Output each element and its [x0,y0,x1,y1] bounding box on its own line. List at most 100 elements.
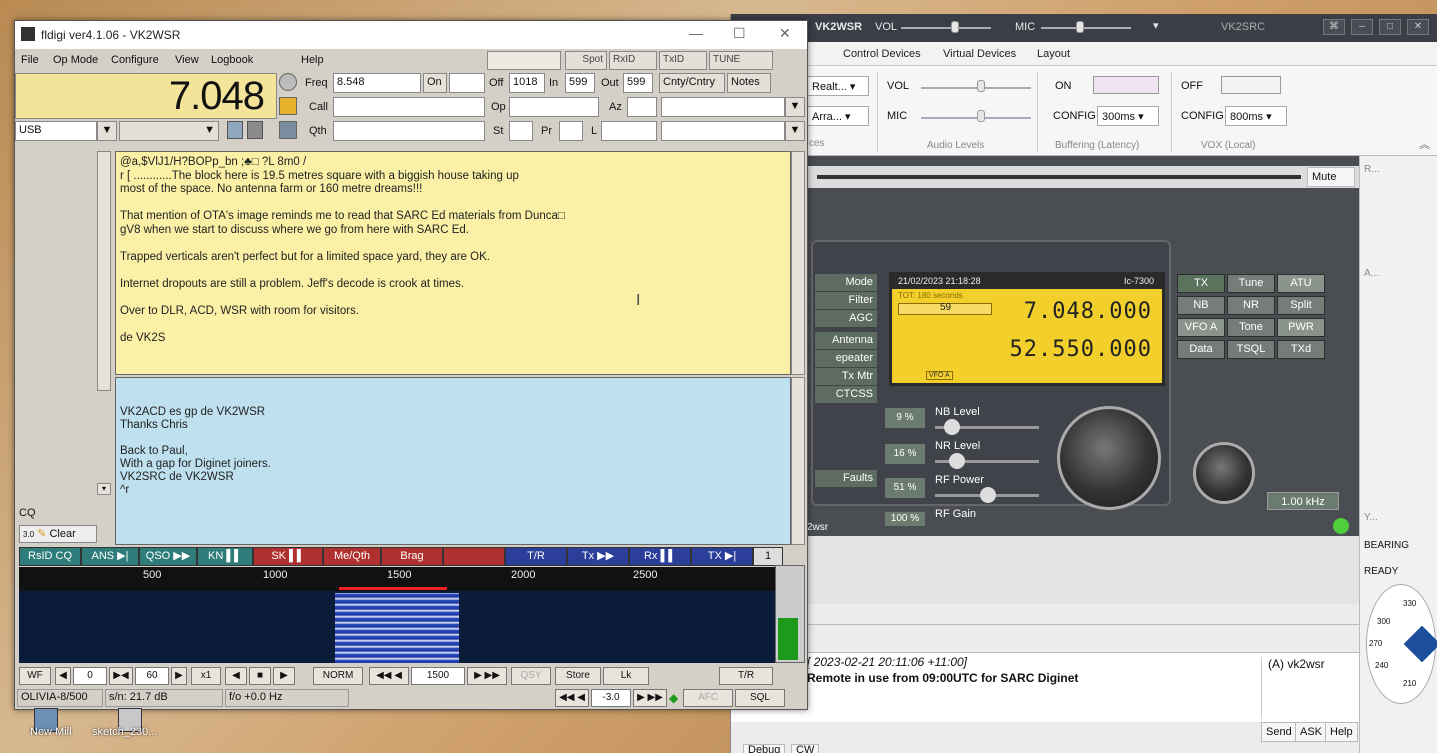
vox-config-select[interactable]: 800ms ▾ [1225,106,1287,126]
locator-input[interactable] [601,121,657,141]
ribbon-mic-knob[interactable] [977,110,985,122]
speed-button[interactable]: NORM [313,667,363,685]
lock-button[interactable]: Lk [603,667,649,685]
help-button[interactable]: Help [1325,722,1358,742]
mic-slider-knob[interactable] [1076,21,1084,33]
nr-button[interactable]: NR [1227,296,1275,315]
tune-toggle[interactable]: TUNE [709,51,773,70]
menu-configure[interactable]: Configure [111,54,159,66]
on-time-input[interactable] [449,73,485,93]
array-select[interactable]: Arra... ▾ [807,106,869,126]
menu-logbook[interactable]: Logbook [211,54,253,66]
vox-toggle[interactable] [1221,76,1281,94]
mute-button[interactable]: Mute [1307,167,1355,187]
tsql-button[interactable]: TSQL [1227,340,1275,359]
ribbon-vol-knob[interactable] [977,80,985,92]
tx-meter-button[interactable]: Tx Mtr [815,368,877,385]
mode-select[interactable]: USB [15,121,97,141]
nr-level-knob[interactable] [949,453,966,469]
user-entry[interactable]: (A) vk2wsr [1268,657,1325,671]
store-button[interactable]: Store [555,667,601,685]
waterfall[interactable]: 500 1000 1500 2000 2500 [19,565,805,663]
mode-status[interactable]: OLIVIA-8/500 [17,689,103,707]
collapse-icon[interactable]: ▾ [97,483,111,495]
tr-button[interactable]: T/R [719,667,773,685]
expand2-icon[interactable]: ▼ [785,121,805,141]
rf-power-knob[interactable] [979,487,996,503]
buffer-toggle[interactable] [1093,76,1159,94]
repeater-shift-button[interactable]: epeater Shift [815,350,877,381]
txd-button[interactable]: TXd [1277,340,1325,359]
desktop-icon-label[interactable]: sketch_230... [92,726,157,738]
qsy-button[interactable]: QSY [511,667,551,685]
nb-level-knob[interactable] [943,419,960,435]
afc-value[interactable]: -3.0 [591,689,631,707]
split-button[interactable]: Split [1277,296,1325,315]
receive-pane[interactable]: @a,$VlJ1/H?BOPp_bn ;♣□ ?L 8m0 /r [ .....… [115,151,791,375]
left-scrollbar[interactable] [97,151,111,391]
vfo-a-button[interactable]: VFO A [1177,318,1225,337]
data-button[interactable]: Data [1177,340,1225,359]
notes-button[interactable]: Notes [727,73,771,93]
bandwidth-select[interactable]: ▼ [119,121,219,141]
pwr-button[interactable]: PWR [1277,318,1325,337]
off-time-input[interactable]: 1018 [509,73,545,93]
maximize-button[interactable]: □ [1379,19,1401,35]
ask-button[interactable]: ASK [1295,722,1328,742]
pause-button[interactable]: ■ [249,667,271,685]
antenna-button[interactable]: Antenna [815,332,877,349]
macro-button[interactable]: T/R [505,547,567,566]
menu-op-mode[interactable]: Op Mode [53,54,98,66]
rx-scrollbar[interactable] [791,151,805,375]
scroll-left-button[interactable]: ◀ [225,667,247,685]
zoom-button[interactable]: x1 [191,667,221,685]
frequency-display[interactable]: 7.048 [15,73,277,119]
send-button[interactable]: Send [1261,722,1297,742]
az-input[interactable] [627,97,657,117]
main-tuning-knob[interactable] [1057,406,1161,510]
macro-button[interactable]: KN ▌▌ [197,547,253,566]
rst-in-input[interactable]: 599 [565,73,595,93]
log-clear-icon[interactable] [279,97,297,115]
clear-button[interactable]: 3.0 ✎ Clear [19,525,97,543]
vol-slider-track[interactable] [901,27,991,29]
close-button[interactable]: ✕ [1407,19,1429,35]
wf-mode-button[interactable]: WF [19,667,51,685]
op-input[interactable] [509,97,599,117]
mic-slider-track[interactable] [1041,27,1131,29]
sql-button[interactable]: SQL [735,689,785,707]
fl-minimize-button[interactable]: — [689,25,703,41]
qth-input[interactable] [333,121,485,141]
agc-button[interactable]: AGC [815,310,877,327]
carrier-freq[interactable]: 1500 [411,667,465,685]
realtime-select[interactable]: Realt... ▾ [807,76,869,96]
tx-scrollbar[interactable] [791,377,805,545]
macro-button[interactable]: Rx ▌▌ [629,547,691,566]
log-icon[interactable] [247,121,263,139]
macro-button[interactable]: ANS ▶| [81,547,139,566]
menu-virtual-devices[interactable]: Virtual Devices [943,48,1016,60]
macro-button[interactable]: RsID CQ [19,547,81,566]
afc-button[interactable]: AFC [683,689,733,707]
macro-button[interactable]: QSO ▶▶ [139,547,197,566]
macro-button[interactable]: Me/Qth [323,547,381,566]
fl-close-button[interactable]: ✕ [779,25,791,42]
macro-button[interactable]: 1 [753,547,783,566]
menu-help[interactable]: Help [301,54,324,66]
rxid-button[interactable]: RxID [609,51,657,70]
menu-file[interactable]: File [21,54,39,66]
dropdown-arrow-icon[interactable]: ▾ [1153,19,1159,32]
province-input[interactable] [559,121,583,141]
txid-button[interactable]: TxID [659,51,707,70]
expand-icon[interactable]: ▼ [785,97,805,117]
qrz-lookup-icon[interactable] [279,73,297,91]
secondary-knob[interactable] [1193,442,1255,504]
filter-button[interactable]: Filter [815,292,877,309]
ribbon-mic-track[interactable] [921,117,1031,119]
macro-button[interactable] [443,547,505,566]
desktop-icon-label[interactable]: New Mill [30,726,72,738]
refresh-icon[interactable] [227,121,243,139]
range-level[interactable]: 60 [135,667,169,685]
save-log-icon[interactable] [279,121,297,139]
mode-button[interactable]: Mode [815,274,877,291]
